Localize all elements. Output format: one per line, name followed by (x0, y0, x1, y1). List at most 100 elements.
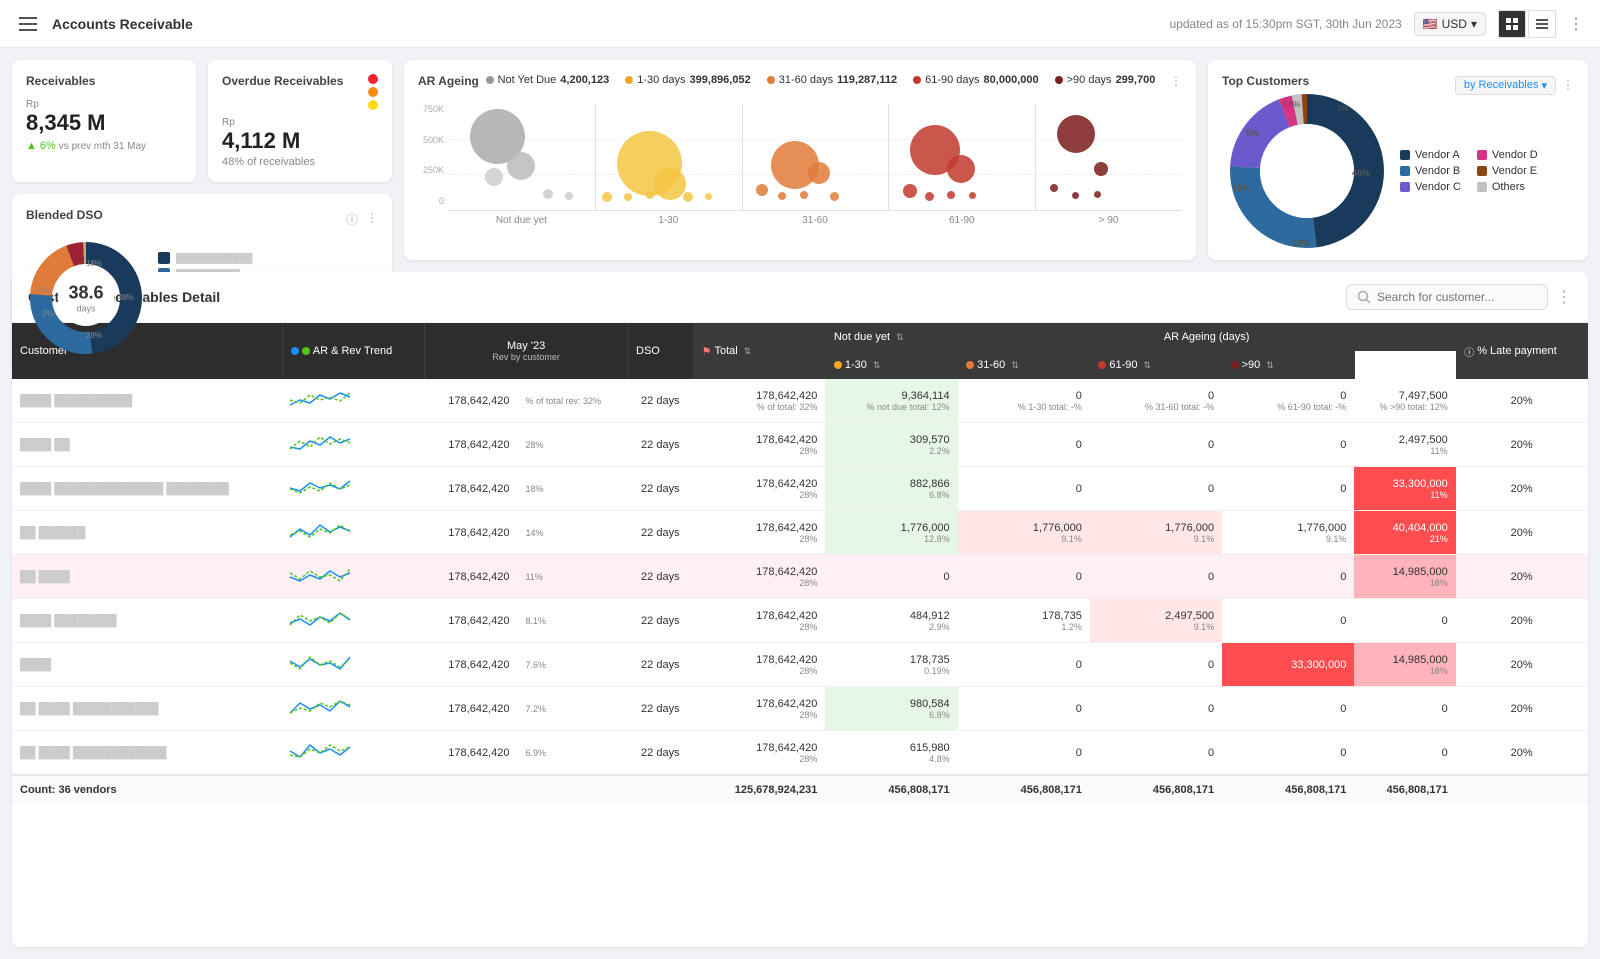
over-ninety-amount: 14,985,000 18% (1354, 555, 1455, 599)
not-due-yet-amount: 9,364,114 % not due total: 12% (825, 379, 957, 423)
search-icon (1357, 290, 1371, 304)
dso-value: 22 days (628, 731, 694, 776)
list-view-button[interactable] (1528, 10, 1556, 38)
rev-amount: 178,642,420 (425, 599, 518, 643)
late-payment-pct: 20% (1456, 731, 1588, 776)
one-thirty-amount: 178,735 1.2% (958, 599, 1090, 643)
customer-name: ████ ██████████ (12, 379, 282, 423)
over-ninety-amount: 7,497,500 % >90 total: 12% (1354, 379, 1455, 423)
table-row: ████ ██████████ 178,642,420 % of total r… (12, 379, 1588, 423)
dso-center-label: days (68, 304, 103, 314)
table-row: ██ ████ ████████████ 178,642,420 6.9% 22… (12, 731, 1588, 776)
rev-pct: 28% (517, 423, 627, 467)
not-due-yet-amount: 980,584 6.8% (825, 687, 957, 731)
dso-value: 22 days (628, 379, 694, 423)
col-ar-ageing-header: AR Ageing (days) (958, 323, 1456, 351)
dso-value: 22 days (628, 643, 694, 687)
vendor-c-label: Vendor C (1415, 181, 1461, 193)
table-row: ████ 178,642,420 7.6% 22 days 178,642,42… (12, 643, 1588, 687)
table-row: ██ ████ 178,642,420 11% 22 days 178,642,… (12, 555, 1588, 599)
rev-amount: 178,642,420 (425, 423, 518, 467)
grid-view-button[interactable] (1498, 10, 1526, 38)
search-input[interactable] (1377, 290, 1537, 304)
rev-amount: 178,642,420 (425, 467, 518, 511)
sparkline-cell (282, 599, 424, 643)
receivables-currency: Rp (26, 99, 39, 110)
not-due-yet-amount: 615,980 4.8% (825, 731, 957, 776)
vendor-e-label: Vendor E (1492, 165, 1537, 177)
info-icon[interactable]: ⓘ (346, 211, 358, 228)
total-amount: 178,642,420 28% (693, 731, 825, 776)
table-row: ████ ██ 178,642,420 28% 22 days 178,642,… (12, 423, 1588, 467)
rev-amount: 178,642,420 (425, 643, 518, 687)
bubble-28 (1072, 192, 1079, 199)
dso-more-button[interactable]: ⋮ (366, 211, 378, 228)
vendor-a-label: Vendor A (1415, 149, 1460, 161)
search-box[interactable] (1346, 284, 1548, 310)
overdue-currency: Rp (222, 117, 235, 128)
late-payment-pct: 20% (1456, 643, 1588, 687)
customer-name: ██ ████ ███████████ (12, 687, 282, 731)
sparkline-cell (282, 423, 424, 467)
y-label-750k: 750K (423, 104, 444, 114)
table-row: ████ ██████████████ ████████ 178,642,420… (12, 467, 1588, 511)
svg-text:28%: 28% (86, 331, 102, 340)
col-31-60: 31-60 ⇅ (958, 351, 1090, 379)
customer-name: ████ ██████████████ ████████ (12, 467, 282, 511)
app-title: Accounts Receivable (52, 16, 193, 32)
one-thirty-amount: 0 (958, 467, 1090, 511)
by-receivables-button[interactable]: by Receivables ▾ (1455, 76, 1556, 95)
x-label-1-30: 1-30 (595, 215, 742, 226)
not-due-yet-amount: 882,866 6.8% (825, 467, 957, 511)
x-label-31-60: 31-60 (742, 215, 889, 226)
by-receivables-label: by Receivables (1464, 79, 1539, 91)
bubble-27 (1050, 184, 1058, 192)
currency-selector[interactable]: 🇺🇸 USD ▾ (1414, 12, 1486, 36)
thirty-sixty-amount: 0 (1090, 423, 1222, 467)
table-more-button[interactable]: ⋮ (1556, 287, 1572, 307)
late-payment-pct: 20% (1456, 687, 1588, 731)
one-thirty-amount: 1,776,000 9.1% (958, 511, 1090, 555)
dso-value: 22 days (628, 687, 694, 731)
col-dso: DSO (628, 323, 694, 379)
over-ninety-amount: 2,497,500 11% (1354, 423, 1455, 467)
total-amount: 178,642,420 28% (693, 687, 825, 731)
top-customers-more-button[interactable]: ⋮ (1562, 78, 1574, 92)
ar-ageing-card: AR Ageing Not Yet Due 4,200,123 1-30 day… (404, 60, 1196, 260)
chevron-down-icon: ▾ (1541, 79, 1547, 92)
flag-icon: 🇺🇸 (1423, 17, 1438, 31)
over-ninety-amount: 0 (1354, 687, 1455, 731)
bubble-8 (602, 192, 612, 202)
over-ninety-amount: 40,404,000 21% (1354, 511, 1455, 555)
sidebar-toggle[interactable] (16, 12, 40, 36)
header-more-button[interactable]: ⋮ (1568, 14, 1584, 34)
one-thirty-amount: 0 (958, 643, 1090, 687)
sparkline-cell (282, 467, 424, 511)
footer-count: Count: 36 vendors (12, 775, 693, 804)
not-due-yet-amount: 178,735 0.19% (825, 643, 957, 687)
rev-amount: 178,642,420 (425, 555, 518, 599)
one-thirty-amount: 0 (958, 687, 1090, 731)
bubble-3 (485, 168, 503, 186)
rev-amount: 178,642,420 (425, 731, 518, 776)
dso-value: 22 days (628, 467, 694, 511)
svg-text:5%: 5% (1246, 128, 1259, 138)
svg-text:5%: 5% (40, 286, 52, 295)
bubble-7 (654, 168, 686, 200)
sixty-ninety-amount: 0 (1222, 687, 1354, 731)
total-amount: 178,642,420 28% (693, 599, 825, 643)
ar-ageing-more-button[interactable]: ⋮ (1170, 74, 1182, 88)
rev-pct: 7.2% (517, 687, 627, 731)
top-customers-card: Top Customers by Receivables ▾ ⋮ (1208, 60, 1588, 260)
over-ninety-amount: 0 (1354, 731, 1455, 776)
footer-1-30: 456,808,171 (958, 775, 1090, 804)
col-late-payment: ⓘ % Late payment (1456, 323, 1588, 379)
rev-amount: 178,642,420 (425, 379, 518, 423)
sixty-ninety-amount: 33,300,000 (1222, 643, 1354, 687)
bubble-22 (925, 192, 934, 201)
bubble-5 (565, 192, 573, 200)
col-not-due-yet: Not due yet ⇅ (825, 323, 957, 351)
table-row: ██ ██████ 178,642,420 14% 22 days 178,64… (12, 511, 1588, 555)
y-label-250k: 250K (423, 165, 444, 175)
bubble-2 (507, 152, 535, 180)
